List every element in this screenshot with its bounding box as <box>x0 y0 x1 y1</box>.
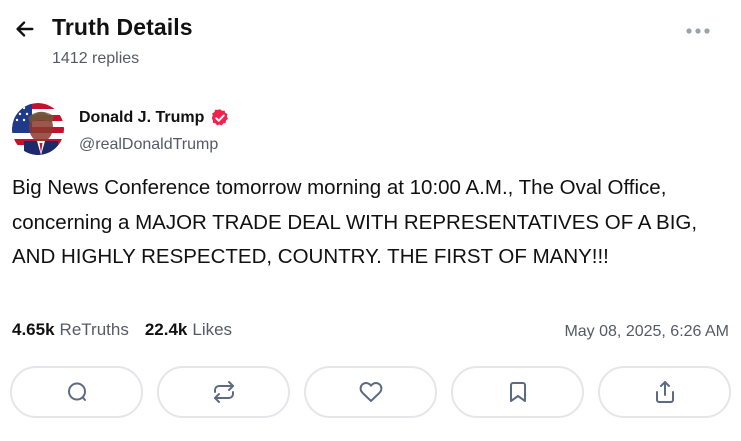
page-header: Truth Details 1412 replies <box>0 0 741 80</box>
bookmark-icon <box>509 382 526 402</box>
repost-icon <box>213 381 234 403</box>
comment-icon <box>67 382 86 401</box>
more-horizontal-icon <box>686 28 710 34</box>
author-name[interactable]: Donald J. Trump <box>79 109 204 127</box>
retruths-stat[interactable]: 4.65k ReTruths <box>12 320 129 340</box>
author-handle[interactable]: @realDonaldTrump <box>79 136 218 154</box>
share-icon <box>655 381 674 403</box>
likes-stat[interactable]: 22.4k Likes <box>145 320 232 340</box>
post-text: Big News Conference tomorrow morning at … <box>12 176 698 268</box>
verified-badge-icon <box>212 109 229 126</box>
heart-icon <box>359 382 382 402</box>
retruths-count: 4.65k <box>12 320 55 339</box>
reply-button[interactable] <box>10 366 143 418</box>
reply-count: 1412 replies <box>52 50 140 67</box>
bookmark-button[interactable] <box>451 366 584 418</box>
likes-count: 22.4k <box>144 320 188 339</box>
retruth-button[interactable] <box>157 366 290 418</box>
share-button[interactable] <box>598 366 731 418</box>
action-bar <box>10 366 731 422</box>
more-options-button[interactable] <box>683 18 713 44</box>
author-name-row[interactable]: Donald J. Trump <box>79 108 230 128</box>
like-button[interactable] <box>304 366 437 418</box>
back-button[interactable] <box>12 16 38 42</box>
avatar-image <box>12 103 64 155</box>
page-title: Truth Details <box>52 14 193 40</box>
post-timestamp: May 08, 2025, 6:26 AM <box>564 323 729 340</box>
avatar[interactable] <box>12 103 64 155</box>
likes-label: Likes <box>192 320 233 339</box>
arrow-left-icon <box>16 21 34 37</box>
retruths-label: ReTruths <box>59 320 129 339</box>
post-stats: 4.65k ReTruths 22.4k Likes <box>12 320 248 340</box>
